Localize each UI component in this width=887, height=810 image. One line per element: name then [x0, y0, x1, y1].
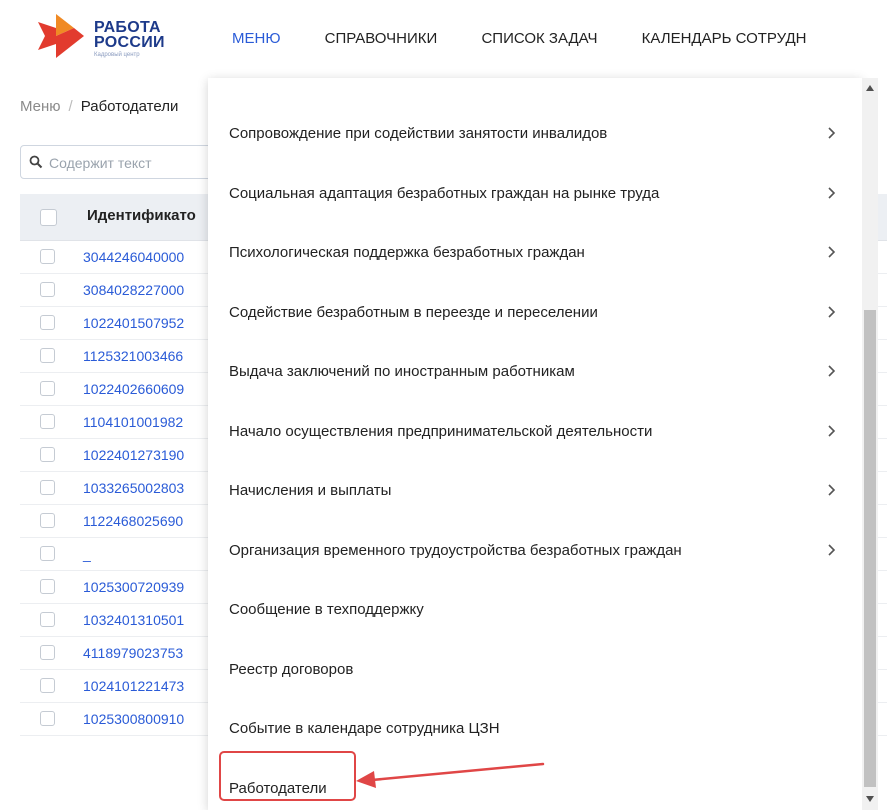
- row-checkbox[interactable]: [40, 546, 55, 561]
- menu-item-label: Психологическая поддержка безработных гр…: [229, 244, 585, 261]
- employer-id-link[interactable]: 3044246040000: [83, 249, 184, 265]
- menu-item-label: Реестр договоров: [229, 661, 354, 678]
- nav-directories[interactable]: СПРАВОЧНИКИ: [325, 30, 438, 47]
- row-checkbox[interactable]: [40, 513, 55, 528]
- row-checkbox[interactable]: [40, 447, 55, 462]
- top-nav: МЕНЮ СПРАВОЧНИКИ СПИСОК ЗАДАЧ КАЛЕНДАРЬ …: [232, 30, 846, 47]
- menu-item-label: Сообщение в техподдержку: [229, 601, 424, 618]
- chevron-right-icon: [828, 425, 836, 437]
- menu-item[interactable]: Содействие безработным в переезде и пере…: [208, 293, 862, 333]
- dropdown-scrollbar[interactable]: [862, 78, 878, 810]
- nav-menu[interactable]: МЕНЮ: [232, 30, 281, 47]
- search-box: [20, 145, 221, 179]
- row-checkbox[interactable]: [40, 414, 55, 429]
- employer-id-link[interactable]: 1122468025690: [83, 513, 183, 529]
- menu-item[interactable]: Психологическая поддержка безработных гр…: [208, 233, 862, 273]
- highlight-annotation: [219, 751, 356, 801]
- nav-employee-calendar[interactable]: КАЛЕНДАРЬ СОТРУДН: [642, 30, 807, 47]
- chevron-right-icon: [828, 246, 836, 258]
- column-header-id[interactable]: Идентификато: [87, 207, 196, 224]
- menu-item-label: Событие в календаре сотрудника ЦЗН: [229, 720, 500, 737]
- menu-item-label: Начисления и выплаты: [229, 482, 392, 499]
- menu-item[interactable]: Выдача заключений по иностранным работни…: [208, 352, 862, 392]
- chevron-right-icon: [828, 127, 836, 139]
- row-checkbox[interactable]: [40, 315, 55, 330]
- scroll-down-icon[interactable]: [866, 795, 874, 803]
- menu-item-label: Содействие безработным в переезде и пере…: [229, 304, 598, 321]
- employer-id-link[interactable]: 1025300720939: [83, 579, 184, 595]
- search-input[interactable]: [47, 152, 221, 174]
- employer-id-link[interactable]: 1022401507952: [83, 315, 184, 331]
- main-menu-dropdown: Сопровождение при содействии занятости и…: [208, 78, 862, 810]
- employer-id-link[interactable]: 4118979023753: [83, 645, 183, 661]
- breadcrumb-current: Работодатели: [80, 98, 179, 115]
- chevron-right-icon: [828, 306, 836, 318]
- breadcrumb-separator: /: [68, 98, 73, 115]
- employer-id-link[interactable]: 1125321003466: [83, 348, 183, 364]
- chevron-right-icon: [828, 484, 836, 496]
- nav-task-list[interactable]: СПИСОК ЗАДАЧ: [481, 30, 597, 47]
- arrow-left-icon: [356, 762, 545, 788]
- chevron-right-icon: [828, 365, 836, 377]
- row-checkbox[interactable]: [40, 645, 55, 660]
- menu-item[interactable]: Начисления и выплаты: [208, 471, 862, 511]
- row-checkbox[interactable]: [40, 282, 55, 297]
- row-checkbox[interactable]: [40, 711, 55, 726]
- select-all-checkbox[interactable]: [40, 209, 57, 226]
- employer-id-link[interactable]: 1022401273190: [83, 447, 184, 463]
- employer-id-link[interactable]: 1032401310501: [83, 612, 184, 628]
- menu-item[interactable]: Реестр договоров: [208, 650, 862, 690]
- chevron-right-icon: [828, 544, 836, 556]
- row-checkbox[interactable]: [40, 348, 55, 363]
- scrollbar-thumb[interactable]: [864, 310, 876, 787]
- menu-item-label: Организация временного трудоустройства б…: [229, 542, 682, 559]
- scroll-up-icon[interactable]: [866, 84, 874, 92]
- menu-item-label: Выдача заключений по иностранным работни…: [229, 363, 575, 380]
- menu-item[interactable]: Социальная адаптация безработных граждан…: [208, 174, 862, 214]
- employer-id-link[interactable]: 1024101221473: [83, 678, 184, 694]
- row-checkbox[interactable]: [40, 249, 55, 264]
- breadcrumb-root[interactable]: Меню: [20, 98, 61, 115]
- row-checkbox[interactable]: [40, 480, 55, 495]
- menu-item[interactable]: Сообщение в техподдержку: [208, 590, 862, 630]
- app-header: РАБОТА РОССИИ Кадровый центр МЕНЮ СПРАВО…: [0, 0, 887, 78]
- menu-item-label: Начало осуществления предпринимательской…: [229, 423, 653, 440]
- row-checkbox[interactable]: [40, 678, 55, 693]
- menu-item[interactable]: Сопровождение при содействии занятости и…: [208, 114, 862, 154]
- logo-text-line1: РАБОТА: [94, 19, 161, 36]
- row-checkbox[interactable]: [40, 579, 55, 594]
- breadcrumb: Меню / Работодатели: [20, 98, 178, 115]
- employer-id-link[interactable]: _: [83, 546, 91, 562]
- row-checkbox[interactable]: [40, 612, 55, 627]
- chevron-right-icon: [828, 187, 836, 199]
- employer-id-link[interactable]: 1022402660609: [83, 381, 184, 397]
- search-icon: [29, 155, 43, 169]
- employer-id-link[interactable]: 1104101001982: [83, 414, 183, 430]
- menu-item[interactable]: Событие в календаре сотрудника ЦЗН: [208, 709, 862, 749]
- menu-item-label: Социальная адаптация безработных граждан…: [229, 185, 660, 202]
- row-checkbox[interactable]: [40, 381, 55, 396]
- logo-mark-icon: [38, 14, 84, 58]
- logo-subtitle: Кадровый центр: [94, 52, 140, 58]
- logo-text-line2: РОССИИ: [94, 34, 165, 51]
- menu-item-label: Сопровождение при содействии занятости и…: [229, 125, 608, 142]
- logo[interactable]: РАБОТА РОССИИ Кадровый центр: [36, 14, 186, 64]
- employer-id-link[interactable]: 3084028227000: [83, 282, 184, 298]
- menu-item[interactable]: Организация временного трудоустройства б…: [208, 531, 862, 571]
- menu-item[interactable]: Начало осуществления предпринимательской…: [208, 412, 862, 452]
- employer-id-link[interactable]: 1025300800910: [83, 711, 184, 727]
- employer-id-link[interactable]: 1033265002803: [83, 480, 184, 496]
